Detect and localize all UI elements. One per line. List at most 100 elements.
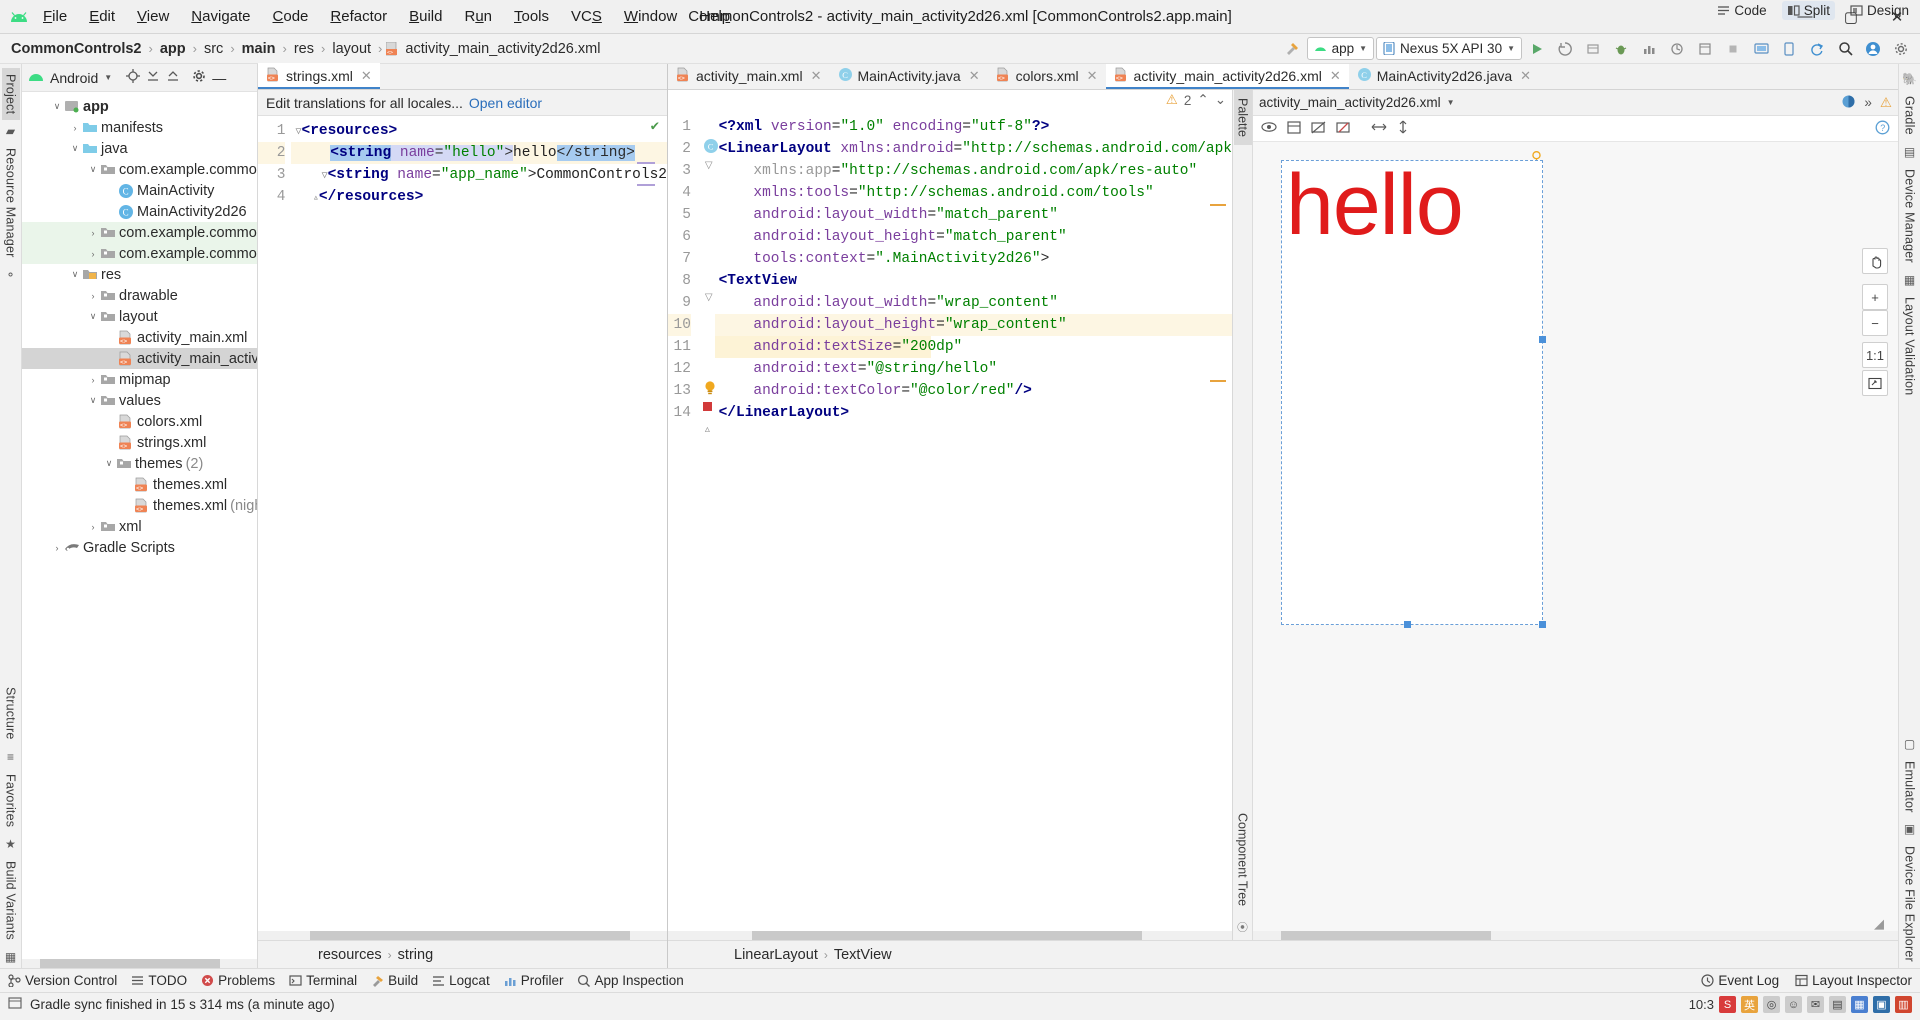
error-toggle-icon[interactable] bbox=[1336, 121, 1351, 137]
tab-mainactivity2d26-java[interactable]: C MainActivity2d26.java ✕ bbox=[1348, 64, 1540, 89]
tray-item-icon[interactable]: ▥ bbox=[1895, 996, 1912, 1013]
prev-problem-icon[interactable]: ⌃ bbox=[1197, 92, 1208, 108]
chevron-down-icon[interactable]: ∨ bbox=[86, 311, 100, 322]
sync-gradle-icon[interactable] bbox=[1804, 37, 1830, 61]
chevron-right-icon[interactable]: › bbox=[86, 291, 100, 301]
device-canvas[interactable]: ⚲ hello + − 1:1 ◢ bbox=[1253, 142, 1898, 940]
breadcrumb-main[interactable]: main bbox=[239, 40, 279, 58]
tree-node-app[interactable]: ∨ app bbox=[22, 96, 257, 117]
chevron-down-icon[interactable]: ∨ bbox=[68, 269, 82, 280]
chevron-down-icon[interactable]: ∨ bbox=[86, 164, 100, 175]
breadcrumb-file[interactable]: activity_main_activity2d26.xml bbox=[402, 40, 603, 58]
inspection-ok-icon[interactable]: ✔ bbox=[651, 118, 659, 135]
tree-node-package-androidtest[interactable]: › com.example.commoncon bbox=[22, 243, 257, 264]
breadcrumb-linearlayout[interactable]: LinearLayout bbox=[734, 947, 818, 963]
tool-button-version-control[interactable]: Version Control bbox=[8, 973, 117, 988]
avd-manager-icon[interactable] bbox=[1748, 37, 1774, 61]
tab-activity-main-activity2d26-xml[interactable]: <> activity_main_activity2d26.xml ✕ bbox=[1105, 64, 1349, 89]
status-message[interactable]: Gradle sync finished in 15 s 314 ms (a m… bbox=[30, 997, 335, 1012]
tool-window-project[interactable]: Project bbox=[1, 68, 20, 121]
ime-icon[interactable]: S bbox=[1719, 996, 1736, 1013]
tree-node-themes[interactable]: ∨ themes (2) bbox=[22, 453, 257, 474]
close-icon[interactable]: ✕ bbox=[361, 68, 372, 84]
warning-icon[interactable]: ⚠ bbox=[1880, 95, 1892, 111]
account-icon[interactable] bbox=[1860, 37, 1886, 61]
fold-icon[interactable]: ▽ bbox=[705, 292, 713, 303]
tool-button-profiler[interactable]: Profiler bbox=[504, 973, 563, 988]
chevron-down-icon[interactable]: ▼ bbox=[104, 73, 112, 82]
resize-handle-corner[interactable] bbox=[1539, 621, 1546, 628]
tree-node-gradle-scripts[interactable]: › Gradle Scripts bbox=[22, 537, 257, 558]
tool-button-layout-inspector[interactable]: Layout Inspector bbox=[1795, 973, 1912, 988]
tray-item-icon[interactable]: ▦ bbox=[1851, 996, 1868, 1013]
stop-button[interactable] bbox=[1720, 37, 1746, 61]
close-button[interactable]: ✕ bbox=[1874, 0, 1920, 34]
fold-icon[interactable]: ▵ bbox=[705, 424, 710, 435]
resize-handle-bottom[interactable] bbox=[1404, 621, 1411, 628]
minimize-button[interactable]: — bbox=[1782, 0, 1828, 34]
menu-run[interactable]: Run bbox=[453, 4, 503, 29]
close-icon[interactable]: ✕ bbox=[1330, 68, 1341, 84]
palette-label[interactable]: Palette bbox=[1233, 90, 1252, 145]
close-icon[interactable]: ✕ bbox=[1520, 68, 1531, 84]
tab-colors-xml[interactable]: <> colors.xml ✕ bbox=[987, 64, 1106, 89]
tool-button-logcat[interactable]: Logcat bbox=[432, 973, 490, 988]
preview-file-selector[interactable]: activity_main_activity2d26.xml bbox=[1259, 95, 1441, 110]
tree-node-values[interactable]: ∨ values bbox=[22, 390, 257, 411]
close-icon[interactable]: ✕ bbox=[1087, 68, 1098, 84]
menu-build[interactable]: Build bbox=[398, 4, 453, 29]
component-tree-icon[interactable]: ⦿ bbox=[1237, 914, 1248, 940]
device-selector[interactable]: Nexus 5X API 30 ▼ bbox=[1376, 37, 1522, 60]
tab-strings-xml[interactable]: <> strings.xml ✕ bbox=[258, 63, 380, 89]
close-icon[interactable]: ✕ bbox=[811, 68, 822, 84]
debug-button[interactable] bbox=[1608, 37, 1634, 61]
attach-debugger-icon[interactable] bbox=[1664, 37, 1690, 61]
tool-button-app-inspection[interactable]: App Inspection bbox=[577, 973, 684, 988]
apply-changes-button[interactable] bbox=[1552, 37, 1578, 61]
tree-node-MainActivity[interactable]: C MainActivity bbox=[22, 180, 257, 201]
tree-node-package[interactable]: ∨ com.example.commoncon bbox=[22, 159, 257, 180]
resize-grip-icon[interactable]: ◢ bbox=[1874, 916, 1884, 932]
hide-panel-icon[interactable]: — bbox=[212, 70, 226, 86]
search-icon[interactable] bbox=[1832, 37, 1858, 61]
menu-navigate[interactable]: Navigate bbox=[180, 4, 261, 29]
next-problem-icon[interactable]: ⌄ bbox=[1215, 92, 1226, 108]
tool-window-layout-validation[interactable]: Layout Validation bbox=[1901, 291, 1919, 401]
breadcrumb-src[interactable]: src bbox=[201, 40, 226, 58]
chevron-down-icon[interactable]: ∨ bbox=[50, 101, 64, 112]
layout-variants-icon[interactable] bbox=[1287, 120, 1301, 137]
tree-node-themes-xml-night[interactable]: <> themes.xml (night) bbox=[22, 495, 257, 516]
menu-file[interactable]: File bbox=[32, 4, 78, 29]
open-editor-link[interactable]: Open editor bbox=[469, 95, 542, 111]
chevron-right-icon[interactable]: › bbox=[68, 123, 82, 133]
tree-node-themes-xml[interactable]: <> themes.xml bbox=[22, 474, 257, 495]
fold-icon[interactable]: ▽ bbox=[705, 160, 713, 171]
chevron-down-icon[interactable]: ∨ bbox=[102, 458, 116, 469]
project-hscrollbar[interactable] bbox=[22, 959, 257, 968]
collapse-all-icon[interactable] bbox=[166, 69, 180, 86]
tray-item-icon[interactable]: ✉ bbox=[1807, 996, 1824, 1013]
chevron-right-icon[interactable]: › bbox=[86, 228, 100, 238]
tool-window-device-manager[interactable]: Device Manager bbox=[1901, 163, 1919, 269]
tree-node-activity-main-xml[interactable]: <> activity_main.xml bbox=[22, 327, 257, 348]
tab-mainactivity-java[interactable]: C MainActivity.java ✕ bbox=[829, 64, 988, 89]
strings-code-lines[interactable]: ▽<resources> <string name="hello">hello<… bbox=[291, 116, 667, 931]
chevron-down-icon[interactable]: ∨ bbox=[68, 143, 82, 154]
vertical-align-icon[interactable] bbox=[1397, 120, 1409, 137]
menu-vcs[interactable]: VCS bbox=[560, 4, 613, 29]
apply-code-changes-button[interactable] bbox=[1580, 37, 1606, 61]
tree-node-drawable[interactable]: › drawable bbox=[22, 285, 257, 306]
breadcrumb-layout[interactable]: layout bbox=[329, 40, 374, 58]
overflow-icon[interactable]: » bbox=[1864, 95, 1872, 110]
build-hammer-icon[interactable] bbox=[1279, 37, 1305, 61]
breadcrumb-string[interactable]: string bbox=[398, 947, 433, 963]
pan-tool-button[interactable] bbox=[1862, 248, 1888, 274]
breakpoint-icon[interactable] bbox=[702, 402, 712, 411]
device-manager-icon[interactable] bbox=[1776, 37, 1802, 61]
chevron-right-icon[interactable]: › bbox=[50, 543, 64, 553]
chevron-right-icon[interactable]: › bbox=[86, 522, 100, 532]
profile-button[interactable] bbox=[1636, 37, 1662, 61]
tree-node-manifests[interactable]: › manifests bbox=[22, 117, 257, 138]
strings-code-area[interactable]: 1 2 3 4 ▽<resources> <string name="hello… bbox=[258, 116, 667, 931]
tool-window-gradle[interactable]: Gradle bbox=[1901, 90, 1919, 141]
